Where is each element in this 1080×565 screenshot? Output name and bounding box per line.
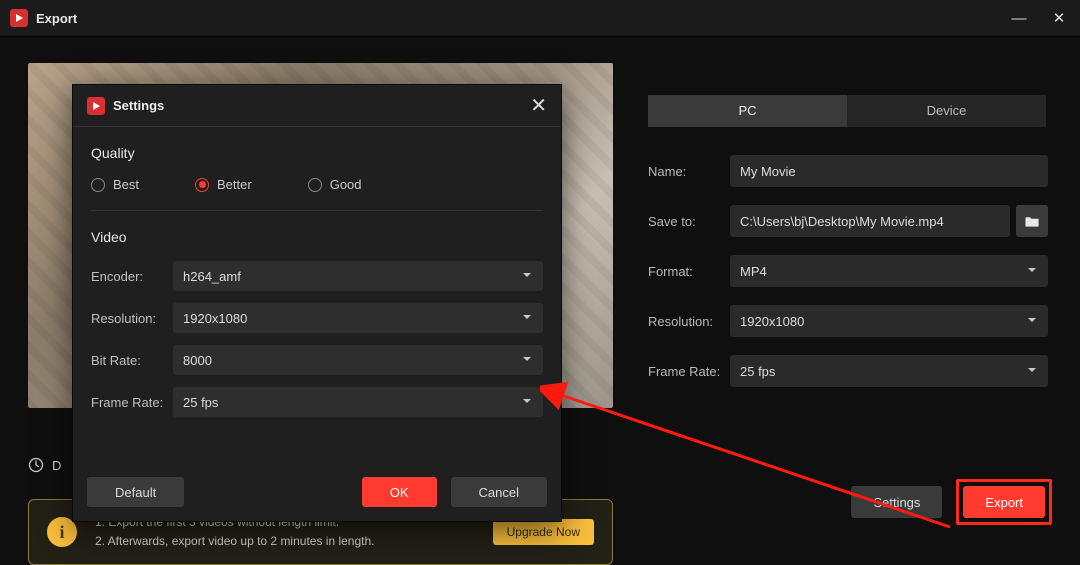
settings-button[interactable]: Settings	[851, 486, 942, 518]
resolution-value: 1920x1080	[740, 314, 804, 329]
modal-framerate-value: 25 fps	[183, 395, 218, 410]
export-highlight: Export	[956, 479, 1052, 525]
close-window-button[interactable]: ✕	[1048, 9, 1070, 27]
chevron-down-icon	[1026, 314, 1038, 329]
radio-label: Best	[113, 177, 139, 192]
quality-good-radio[interactable]: Good	[308, 177, 362, 192]
chevron-down-icon	[521, 269, 533, 284]
duration-row: D	[28, 457, 61, 473]
bitrate-label: Bit Rate:	[91, 353, 173, 368]
clock-icon	[28, 457, 44, 473]
modal-resolution-value: 1920x1080	[183, 311, 247, 326]
modal-framerate-label: Frame Rate:	[91, 395, 173, 410]
export-button[interactable]: Export	[963, 486, 1045, 518]
settings-modal: Settings ✕ Quality Best Better Good Vide…	[72, 84, 562, 522]
name-label: Name:	[648, 164, 730, 179]
modal-title: Settings	[113, 98, 164, 113]
resolution-label: Resolution:	[648, 314, 730, 329]
ok-button[interactable]: OK	[362, 477, 437, 507]
notice-line-2: 2. Afterwards, export video up to 2 minu…	[95, 532, 375, 551]
browse-folder-button[interactable]	[1016, 205, 1048, 237]
quality-best-radio[interactable]: Best	[91, 177, 139, 192]
duration-label: D	[52, 458, 61, 473]
modal-resolution-label: Resolution:	[91, 311, 173, 326]
folder-icon	[1025, 214, 1040, 229]
encoder-label: Encoder:	[91, 269, 173, 284]
app-icon	[10, 9, 28, 27]
tab-pc[interactable]: PC	[648, 95, 847, 127]
title-bar: Export — ✕	[0, 0, 1080, 37]
format-select[interactable]: MP4	[730, 255, 1048, 287]
quality-section-title: Quality	[91, 145, 543, 161]
framerate-value: 25 fps	[740, 364, 775, 379]
chevron-down-icon	[521, 311, 533, 326]
bitrate-select[interactable]: 8000	[173, 345, 543, 375]
target-tabs: PC Device	[648, 95, 1046, 127]
format-value: MP4	[740, 264, 767, 279]
app-icon	[87, 97, 105, 115]
window-title: Export	[36, 11, 77, 26]
minimize-button[interactable]: —	[1008, 10, 1030, 27]
video-section-title: Video	[91, 229, 543, 245]
resolution-select[interactable]: 1920x1080	[730, 305, 1048, 337]
name-input[interactable]	[730, 155, 1048, 187]
save-to-label: Save to:	[648, 214, 730, 229]
radio-label: Better	[217, 177, 252, 192]
upgrade-now-button[interactable]: Upgrade Now	[493, 519, 594, 545]
save-to-input[interactable]	[730, 205, 1010, 237]
modal-close-button[interactable]: ✕	[530, 96, 547, 116]
encoder-value: h264_amf	[183, 269, 241, 284]
export-form: PC Device Name: Save to: Format: MP4	[648, 95, 1048, 405]
bitrate-value: 8000	[183, 353, 212, 368]
chevron-down-icon	[521, 353, 533, 368]
chevron-down-icon	[1026, 364, 1038, 379]
format-label: Format:	[648, 264, 730, 279]
modal-framerate-select[interactable]: 25 fps	[173, 387, 543, 417]
framerate-select[interactable]: 25 fps	[730, 355, 1048, 387]
framerate-label: Frame Rate:	[648, 364, 730, 379]
quality-better-radio[interactable]: Better	[195, 177, 252, 192]
cancel-button[interactable]: Cancel	[451, 477, 547, 507]
chevron-down-icon	[521, 395, 533, 410]
tab-device[interactable]: Device	[847, 95, 1046, 127]
encoder-select[interactable]: h264_amf	[173, 261, 543, 291]
radio-label: Good	[330, 177, 362, 192]
chevron-down-icon	[1026, 264, 1038, 279]
default-button[interactable]: Default	[87, 477, 184, 507]
modal-resolution-select[interactable]: 1920x1080	[173, 303, 543, 333]
